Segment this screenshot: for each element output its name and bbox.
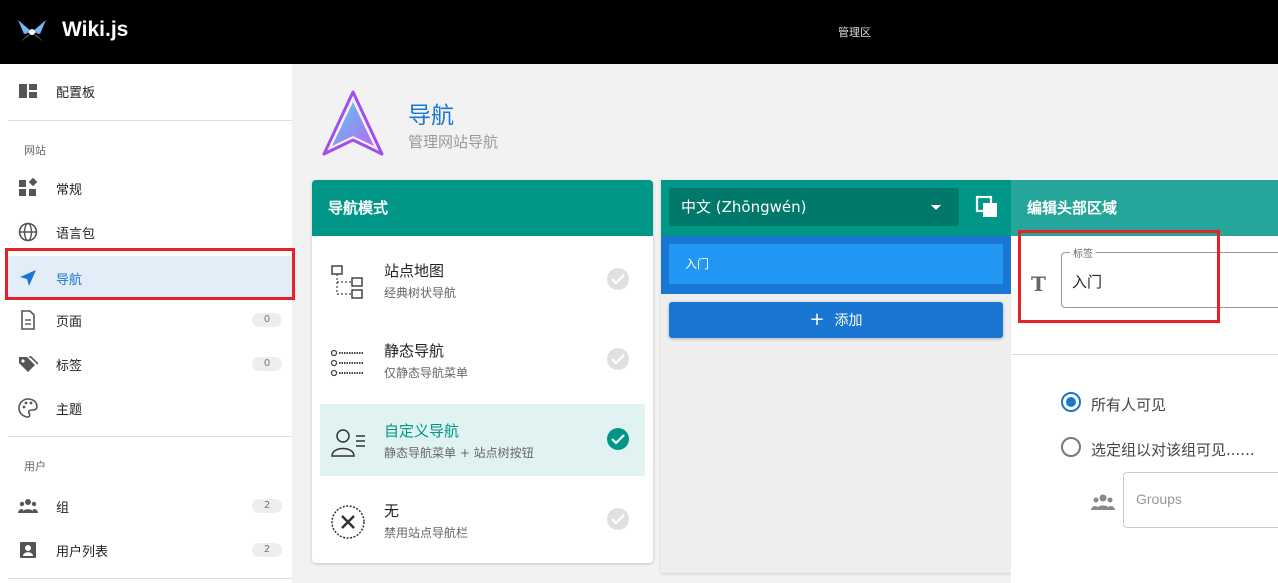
top-bar: Wiki.js 管理区 bbox=[0, 0, 1278, 64]
check-circle-icon bbox=[607, 348, 629, 370]
sidebar-item-label: 常规 bbox=[56, 182, 83, 198]
mode-option-title: 自定义导航 bbox=[384, 422, 460, 440]
groups-icon bbox=[18, 499, 38, 513]
mode-option-subtitle: 禁用站点导航栏 bbox=[384, 526, 469, 540]
mode-option-title: 站点地图 bbox=[384, 262, 445, 280]
sidebar-divider bbox=[8, 436, 292, 437]
sidebar-item-users[interactable]: 用户列表 2 bbox=[8, 528, 292, 572]
mode-option-subtitle: 经典树状导航 bbox=[384, 286, 457, 300]
static-list-icon bbox=[330, 349, 364, 377]
count-badge: 2 bbox=[252, 543, 282, 557]
edit-header-title: 编辑头部区域 bbox=[1011, 180, 1278, 236]
radio-everyone[interactable] bbox=[1061, 392, 1081, 412]
widgets-icon bbox=[19, 178, 38, 196]
check-circle-icon bbox=[607, 508, 629, 530]
mode-option-sitetree[interactable]: 站点地图 经典树状导航 bbox=[320, 244, 645, 316]
groups-select[interactable]: Groups bbox=[1123, 472, 1278, 528]
count-badge: 0 bbox=[252, 313, 282, 327]
dashboard-icon bbox=[19, 84, 37, 98]
nav-entry-item[interactable]: 入门 bbox=[669, 244, 1003, 284]
caret-down-icon bbox=[931, 205, 941, 210]
sidebar: 配置板 网站 常规 语言包 导航 页面 0 标签 0 主题 用户 组 2 用户列… bbox=[0, 64, 300, 583]
mode-option-subtitle: 静态导航菜单 + 站点树按钮 bbox=[384, 446, 534, 460]
sidebar-item-label: 用户列表 bbox=[56, 544, 109, 560]
sitemap-icon bbox=[331, 265, 363, 299]
sidebar-item-label: 组 bbox=[56, 500, 70, 516]
sidebar-item-dashboard[interactable]: 配置板 bbox=[8, 69, 292, 113]
mode-option-title: 静态导航 bbox=[384, 342, 445, 360]
sidebar-item-label: 主题 bbox=[56, 402, 83, 418]
cancel-circle-icon bbox=[331, 505, 365, 539]
sidebar-item-label: 页面 bbox=[56, 314, 83, 330]
globe-icon bbox=[18, 222, 38, 242]
check-circle-icon bbox=[607, 268, 629, 290]
radio-selected-groups[interactable] bbox=[1061, 437, 1081, 457]
highlight-box-navigation bbox=[5, 248, 295, 300]
count-badge: 0 bbox=[252, 357, 282, 371]
sidebar-scrollbar[interactable] bbox=[292, 64, 300, 583]
mode-option-static[interactable]: 静态导航 仅静态导航菜单 bbox=[320, 324, 645, 396]
radio-everyone-label[interactable]: 所有人可见 bbox=[1091, 394, 1166, 415]
count-badge: 2 bbox=[252, 499, 282, 513]
navigation-list-panel: 中文 (Zhōngwén) 入门 + 添加 bbox=[661, 180, 1011, 573]
sidebar-item-label: 语言包 bbox=[56, 226, 96, 242]
mode-option-custom[interactable]: 自定义导航 静态导航菜单 + 站点树按钮 bbox=[320, 404, 645, 476]
page-icon bbox=[21, 310, 35, 330]
tags-icon bbox=[19, 356, 38, 372]
admin-area-label: 管理区 bbox=[838, 26, 871, 39]
check-circle-icon bbox=[607, 428, 629, 450]
app-title[interactable]: Wiki.js bbox=[62, 18, 128, 42]
mode-option-subtitle: 仅静态导航菜单 bbox=[384, 366, 469, 380]
sidebar-item-groups[interactable]: 组 2 bbox=[8, 484, 292, 528]
sidebar-item-pages[interactable]: 页面 0 bbox=[8, 298, 292, 342]
nav-list-selected-area: 入门 bbox=[661, 236, 1011, 294]
account-box-icon bbox=[20, 542, 36, 558]
locale-select[interactable]: 中文 (Zhōngwén) bbox=[669, 188, 959, 226]
mode-option-title: 无 bbox=[384, 502, 400, 520]
wikijs-logo-icon[interactable] bbox=[14, 16, 50, 48]
sidebar-item-tags[interactable]: 标签 0 bbox=[8, 342, 292, 386]
locale-header: 中文 (Zhōngwén) bbox=[661, 180, 1011, 236]
sidebar-item-label: 配置板 bbox=[56, 85, 96, 101]
locale-select-value: 中文 (Zhōngwén) bbox=[681, 198, 807, 216]
sidebar-divider bbox=[8, 120, 292, 121]
section-title-users: 用户 bbox=[24, 460, 46, 473]
mode-option-none[interactable]: 无 禁用站点导航栏 bbox=[320, 484, 645, 556]
sidebar-item-label: 标签 bbox=[56, 358, 83, 374]
sidebar-item-theme[interactable]: 主题 bbox=[8, 386, 292, 430]
section-title-site: 网站 bbox=[24, 144, 46, 157]
palette-icon bbox=[18, 398, 38, 418]
navigation-page-icon bbox=[322, 90, 384, 156]
edit-divider bbox=[1011, 354, 1278, 355]
highlight-box-label-field bbox=[1018, 230, 1220, 323]
add-button[interactable]: + 添加 bbox=[669, 302, 1003, 338]
plus-icon: + bbox=[809, 309, 825, 330]
navigation-mode-card: 导航模式 站点地图 经典树状导航 静态导航 仅静态导航菜单 自定义导航 静态导航… bbox=[312, 180, 653, 563]
page-subtitle: 管理网站导航 bbox=[408, 133, 499, 151]
radio-groups-label[interactable]: 选定组以对该组可见...... bbox=[1091, 439, 1255, 460]
groups-placeholder: Groups bbox=[1136, 491, 1182, 507]
user-list-icon bbox=[331, 429, 365, 457]
copy-icon[interactable] bbox=[975, 195, 999, 219]
add-button-label: 添加 bbox=[834, 313, 863, 329]
navigation-mode-header: 导航模式 bbox=[312, 180, 653, 236]
sidebar-divider bbox=[8, 578, 292, 579]
page-title: 导航 bbox=[408, 103, 454, 129]
groups-icon bbox=[1091, 494, 1115, 510]
sidebar-item-general[interactable]: 常规 bbox=[8, 166, 292, 210]
